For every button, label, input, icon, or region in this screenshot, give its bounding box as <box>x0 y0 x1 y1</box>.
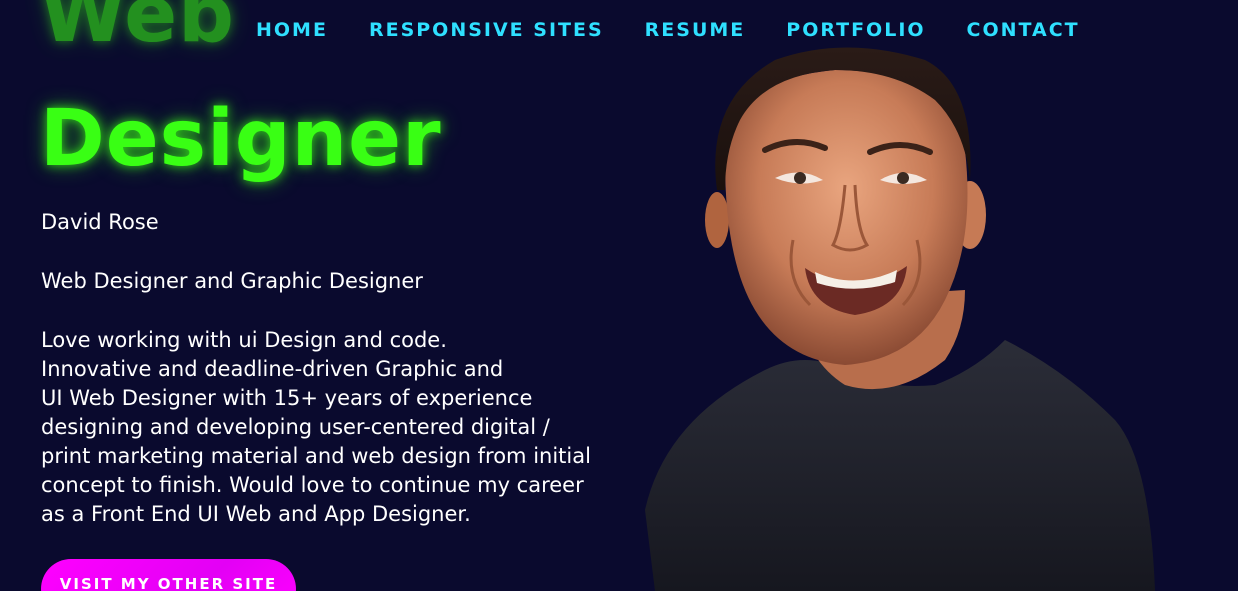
visit-other-site-button[interactable]: VISIT MY OTHER SITE <box>41 559 296 591</box>
nav-home-link[interactable]: HOME <box>256 19 328 41</box>
bio-line: Love working with ui Design and code. <box>41 328 447 352</box>
nav-portfolio-link[interactable]: PORTFOLIO <box>786 19 925 41</box>
profile-role: Web Designer and Graphic Designer <box>41 269 423 293</box>
nav-responsive-sites-link[interactable]: RESPONSIVE SITES <box>369 19 604 41</box>
nav-resume-link[interactable]: RESUME <box>645 19 746 41</box>
bio-line: as a Front End UI Web and App Designer. <box>41 502 471 526</box>
hero-title-line2: Designer <box>40 94 442 184</box>
nav-contact-link[interactable]: CONTACT <box>967 19 1080 41</box>
profile-name: David Rose <box>41 210 159 234</box>
bio-line: Innovative and deadline-driven Graphic a… <box>41 357 504 381</box>
portrait-photo <box>645 40 1165 591</box>
portrait-illustration <box>645 47 1155 591</box>
bio-line: concept to finish. Would love to continu… <box>41 473 584 497</box>
nav-menu: HOME RESPONSIVE SITES RESUME PORTFOLIO C… <box>256 19 1080 41</box>
bio-line: designing and developing user-centered d… <box>41 415 550 439</box>
top-nav: HOME RESPONSIVE SITES RESUME PORTFOLIO C… <box>0 0 1238 63</box>
bio-line: UI Web Designer with 15+ years of experi… <box>41 386 533 410</box>
bio-line: print marketing material and web design … <box>41 444 591 468</box>
profile-bio: Love working with ui Design and code. In… <box>41 326 591 529</box>
